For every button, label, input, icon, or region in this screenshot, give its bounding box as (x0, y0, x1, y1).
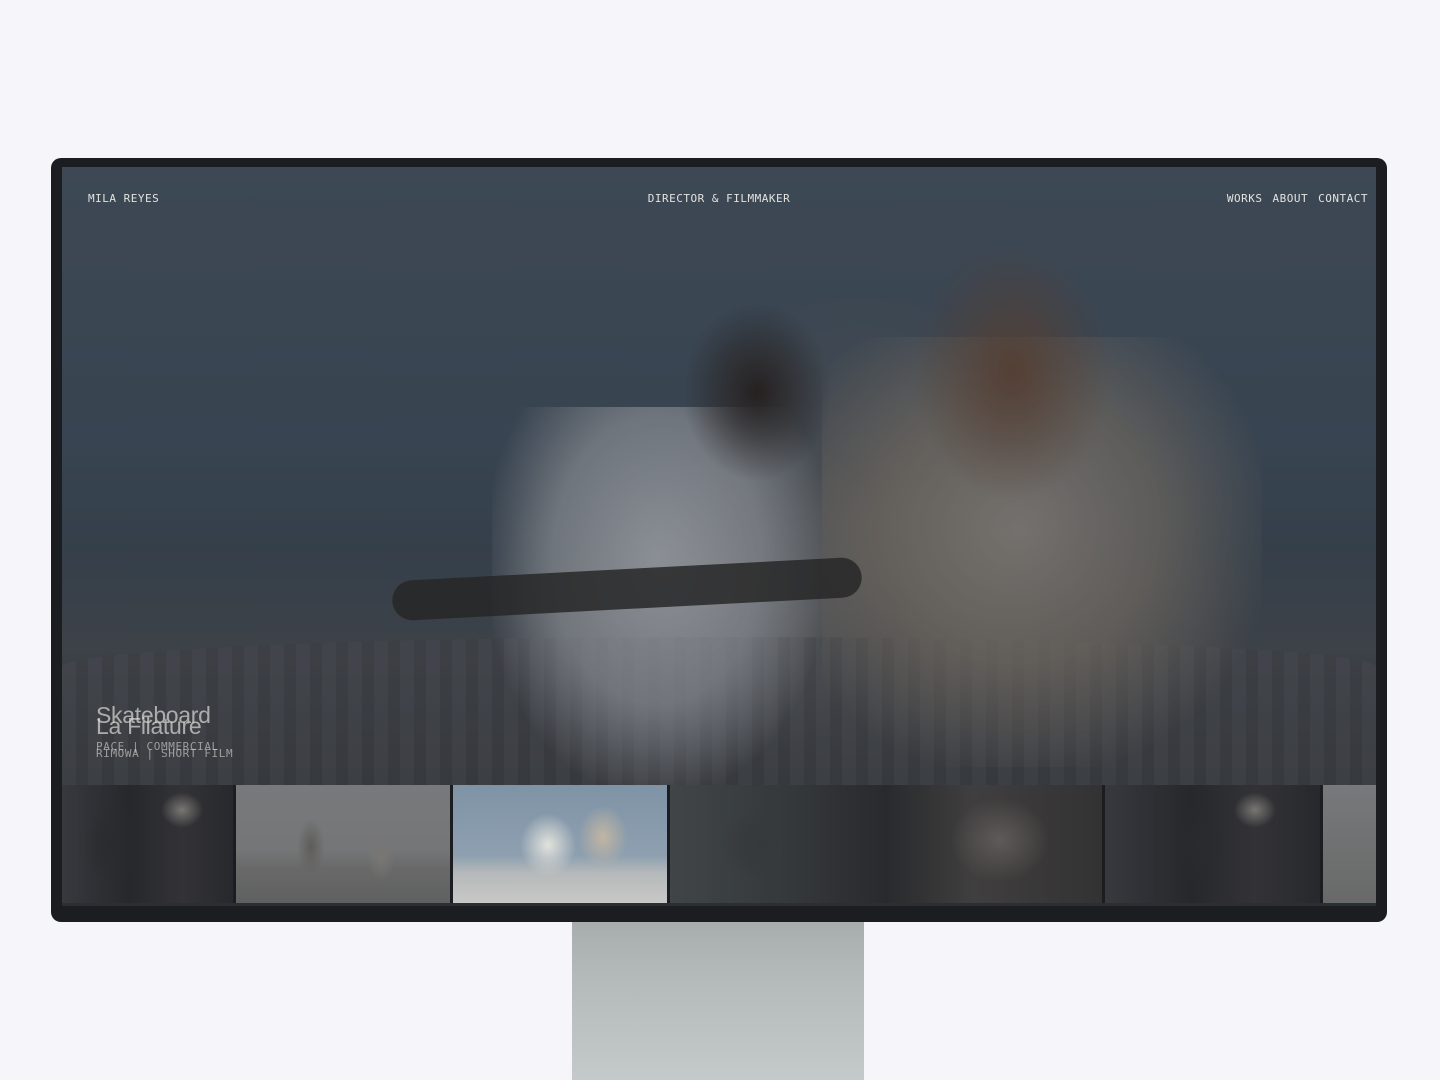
nav-works[interactable]: WORKS (1227, 192, 1263, 205)
nav-about[interactable]: ABOUT (1273, 192, 1309, 205)
site-tagline: DIRECTOR & FILMMAKER (647, 192, 791, 205)
thumbnail-portrait-man-reading-repeat[interactable] (1105, 785, 1320, 903)
thumbnail-portrait-man-reading[interactable] (62, 785, 233, 903)
top-bar: MILA REYES DIRECTOR & FILMMAKER WORKS AB… (62, 167, 1376, 227)
main-nav: WORKS ABOUT CONTACT (1227, 192, 1368, 205)
hero-overlay (62, 167, 1376, 785)
website-screen: MILA REYES DIRECTOR & FILMMAKER WORKS AB… (62, 167, 1376, 906)
monitor-stand (572, 918, 864, 1080)
project-meta-incoming: RIMOWA | SHORT FILM (96, 747, 234, 760)
thumbnail-car-and-typewriter[interactable] (670, 785, 1102, 903)
hero-video[interactable] (62, 167, 1376, 787)
monitor-frame: MILA REYES DIRECTOR & FILMMAKER WORKS AB… (51, 158, 1387, 922)
project-title-incoming: La Filature (96, 713, 202, 739)
thumbnail-strip (62, 785, 1376, 903)
thumbnail-skateboard-duo-active[interactable] (453, 785, 667, 903)
nav-contact[interactable]: CONTACT (1318, 192, 1368, 205)
thumbnail-field-partial[interactable] (1323, 785, 1376, 903)
thumbnail-figures-in-field[interactable] (236, 785, 450, 903)
